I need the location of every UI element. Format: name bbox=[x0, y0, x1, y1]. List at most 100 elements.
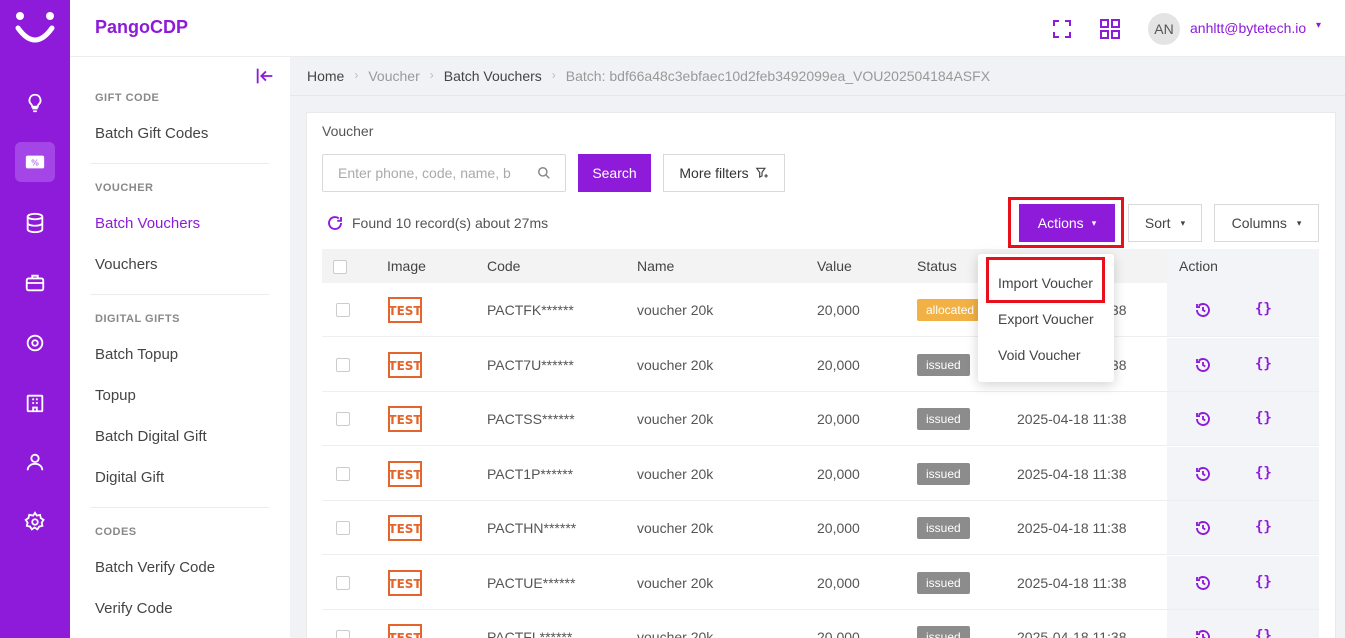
select-all-checkbox[interactable] bbox=[333, 260, 347, 274]
columns-button[interactable]: Columns ▾ bbox=[1214, 204, 1319, 242]
status-badge: issued bbox=[917, 408, 970, 430]
sidebar-item-batch-gift-codes[interactable]: Batch Gift Codes bbox=[95, 125, 208, 142]
table-row[interactable]: TEST PACTSS****** voucher 20k 20,000 issued 2… bbox=[322, 392, 1319, 446]
cell-code: PACT1P****** bbox=[487, 465, 574, 482]
collapse-sidebar-icon[interactable] bbox=[254, 65, 276, 87]
sidebar-item-batch-topup[interactable]: Batch Topup bbox=[95, 346, 178, 363]
sidebar-item-digital-gift[interactable]: Digital Gift bbox=[95, 469, 164, 486]
more-filters-button[interactable]: More filters bbox=[663, 154, 785, 192]
table-row[interactable]: TEST PACTHN****** voucher 20k 20,000 issued 2… bbox=[322, 501, 1319, 555]
table-row[interactable]: TEST PACTFL****** voucher 20k 20,000 issued 2… bbox=[322, 610, 1319, 638]
menu-item-void-voucher[interactable]: Void Voucher bbox=[998, 347, 1081, 363]
json-braces-icon[interactable]: {} bbox=[1255, 628, 1272, 638]
history-icon[interactable] bbox=[1194, 574, 1212, 592]
table-row[interactable]: TEST PACTFK****** voucher 20k 20,000 allocat… bbox=[322, 283, 1319, 337]
settings-icon[interactable] bbox=[15, 502, 55, 542]
logo-icon[interactable] bbox=[12, 6, 58, 50]
cell-value: 20,000 bbox=[817, 302, 860, 318]
breadcrumb-divider bbox=[290, 95, 1345, 96]
json-braces-icon[interactable]: {} bbox=[1255, 356, 1272, 372]
voucher-icon[interactable]: % bbox=[15, 142, 55, 182]
json-braces-icon[interactable]: {} bbox=[1255, 301, 1272, 317]
cell-value: 20,000 bbox=[817, 520, 860, 536]
gear-badge-icon[interactable] bbox=[15, 323, 55, 363]
column-name[interactable]: Name bbox=[637, 258, 674, 274]
search-input[interactable] bbox=[323, 155, 523, 191]
fullscreen-icon[interactable] bbox=[1050, 17, 1074, 41]
briefcase-icon[interactable] bbox=[15, 263, 55, 303]
sidebar-item-vouchers[interactable]: Vouchers bbox=[95, 256, 158, 273]
row-checkbox[interactable] bbox=[336, 412, 350, 426]
breadcrumb-home[interactable]: Home bbox=[307, 68, 344, 84]
table-row[interactable]: TEST PACTUE****** voucher 20k 20,000 issued 2… bbox=[322, 555, 1319, 610]
status-badge: allocated bbox=[917, 299, 984, 321]
breadcrumb-batch-id: Batch: bdf66a48c3ebfaec10d2feb3492099ea_… bbox=[565, 68, 991, 84]
json-braces-icon[interactable]: {} bbox=[1255, 574, 1272, 590]
refresh-icon[interactable] bbox=[326, 214, 344, 232]
breadcrumb-separator: › bbox=[429, 68, 434, 82]
card-title: Voucher bbox=[322, 123, 374, 139]
sidebar-item-topup[interactable]: Topup bbox=[95, 387, 136, 404]
search-button[interactable]: Search bbox=[578, 154, 651, 192]
sidebar-item-batch-digital-gift[interactable]: Batch Digital Gift bbox=[95, 428, 207, 445]
cell-value: 20,000 bbox=[817, 356, 860, 373]
breadcrumb-batch-vouchers[interactable]: Batch Vouchers bbox=[444, 68, 542, 84]
table-row[interactable]: TEST PACT1P****** voucher 20k 20,000 issued 2… bbox=[322, 446, 1319, 501]
json-braces-icon[interactable]: {} bbox=[1255, 465, 1272, 481]
bulb-icon[interactable] bbox=[15, 83, 55, 123]
row-checkbox[interactable] bbox=[336, 630, 350, 638]
history-icon[interactable] bbox=[1194, 301, 1212, 319]
avatar[interactable]: AN bbox=[1148, 13, 1180, 45]
cell-date: 2025-04-18 11:38 bbox=[1017, 465, 1127, 482]
voucher-image: TEST bbox=[388, 624, 422, 638]
database-icon[interactable] bbox=[15, 203, 55, 243]
building-icon[interactable] bbox=[15, 383, 55, 423]
json-braces-icon[interactable]: {} bbox=[1255, 519, 1272, 535]
cell-value: 20,000 bbox=[817, 629, 860, 638]
sort-button[interactable]: Sort ▾ bbox=[1128, 204, 1202, 242]
json-braces-icon[interactable]: {} bbox=[1255, 410, 1272, 426]
cell-code: PACTHN****** bbox=[487, 520, 577, 536]
cell-name: voucher 20k bbox=[637, 574, 714, 591]
brand-name[interactable]: PangoCDP bbox=[95, 17, 188, 38]
history-icon[interactable] bbox=[1194, 356, 1212, 374]
cell-code: PACTFL****** bbox=[487, 629, 573, 638]
svg-text:TEST: TEST bbox=[388, 304, 422, 318]
sidebar-item-batch-verify-code[interactable]: Batch Verify Code bbox=[95, 559, 215, 576]
history-icon[interactable] bbox=[1194, 465, 1212, 483]
action-cell bbox=[1167, 446, 1319, 500]
apps-grid-icon[interactable] bbox=[1098, 17, 1122, 41]
breadcrumb-voucher[interactable]: Voucher bbox=[368, 68, 419, 84]
row-checkbox[interactable] bbox=[336, 575, 350, 590]
breadcrumb-separator: › bbox=[354, 68, 359, 82]
import-voucher-highlight-box bbox=[986, 257, 1105, 303]
table-row[interactable]: TESTPACT7U******voucher 20k20,000issued2… bbox=[322, 337, 1319, 392]
sidebar-item-batch-vouchers[interactable]: Batch Vouchers bbox=[95, 215, 200, 232]
cell-value: 20,000 bbox=[817, 465, 860, 482]
row-checkbox[interactable] bbox=[336, 357, 350, 372]
row-checkbox[interactable] bbox=[336, 521, 350, 535]
column-image[interactable]: Image bbox=[387, 258, 426, 274]
column-status[interactable]: Status bbox=[917, 258, 957, 274]
history-icon[interactable] bbox=[1194, 628, 1212, 638]
cell-code: PACTSS****** bbox=[487, 411, 575, 427]
row-checkbox[interactable] bbox=[336, 466, 350, 481]
column-code[interactable]: Code bbox=[487, 258, 520, 274]
menu-item-export-voucher[interactable]: Export Voucher bbox=[998, 311, 1094, 327]
cell-name: voucher 20k bbox=[637, 520, 714, 536]
user-icon[interactable] bbox=[15, 442, 55, 482]
section-gift-code: GIFT CODE bbox=[95, 92, 160, 104]
history-icon[interactable] bbox=[1194, 410, 1212, 428]
row-checkbox[interactable] bbox=[336, 303, 350, 317]
svg-text:TEST: TEST bbox=[388, 359, 422, 373]
history-icon[interactable] bbox=[1194, 519, 1212, 537]
sidebar-item-verify-code[interactable]: Verify Code bbox=[95, 600, 173, 617]
status-badge: issued bbox=[917, 626, 970, 638]
user-email[interactable]: anhltt@bytetech.io bbox=[1190, 20, 1306, 36]
status-badge: issued bbox=[917, 571, 970, 594]
search-icon[interactable] bbox=[537, 166, 551, 180]
section-voucher: VOUCHER bbox=[95, 182, 154, 194]
chevron-down-icon[interactable]: ▾ bbox=[1316, 20, 1321, 31]
column-value[interactable]: Value bbox=[817, 258, 852, 274]
columns-label: Columns bbox=[1231, 215, 1287, 231]
